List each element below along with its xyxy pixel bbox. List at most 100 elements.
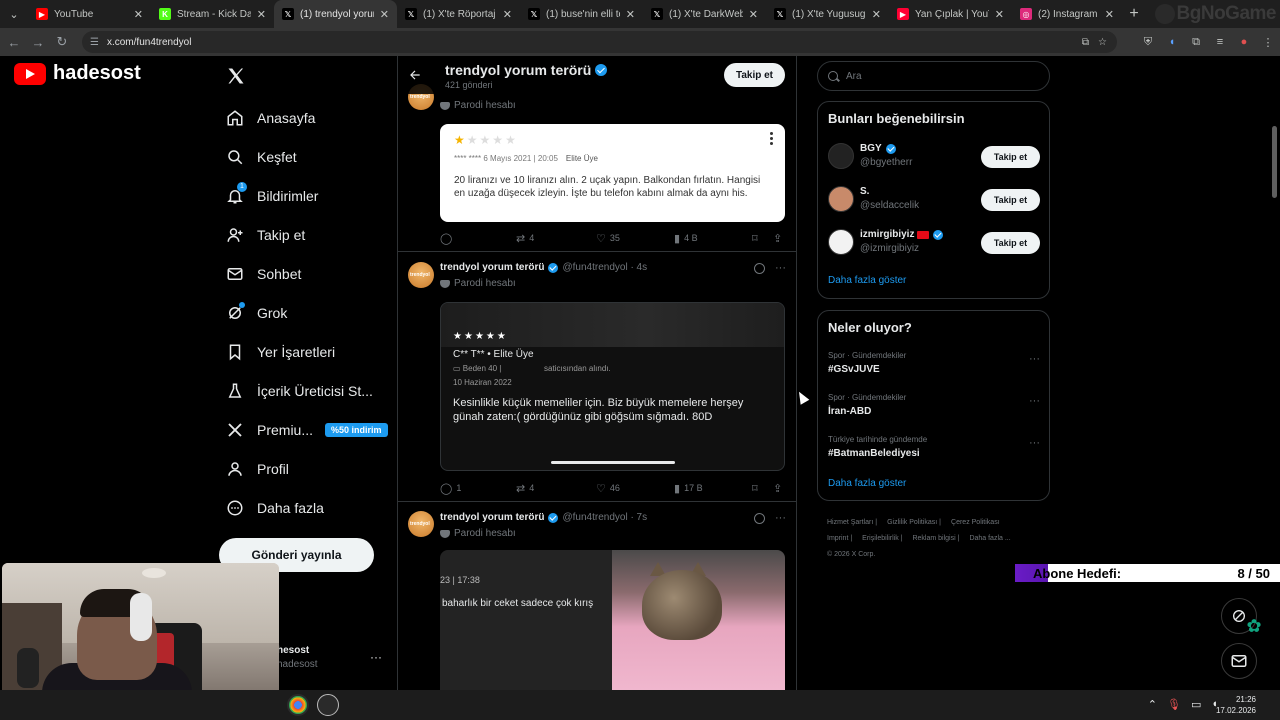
footer-link[interactable]: Gizlilik Politikası |	[887, 519, 941, 526]
follow-button[interactable]: Takip et	[724, 63, 785, 87]
nav-item-grok[interactable]: Grok	[226, 293, 388, 332]
browser-tab[interactable]: 𝕏 (1) X'te Röportaj Adam ✕	[397, 0, 520, 28]
nav-item-person[interactable]: Profil	[226, 449, 388, 488]
trend-item[interactable]: Spor · Gündemdekiler İran-ABD ···	[828, 393, 1040, 417]
share-button[interactable]: ⇪	[773, 482, 786, 495]
back-arrow-icon[interactable]	[408, 68, 422, 82]
nav-item-flask[interactable]: İçerik Üreticisi St...	[226, 371, 388, 410]
site-info-icon[interactable]: ☰	[90, 37, 99, 48]
repost-button[interactable]: ⇄ 4	[516, 482, 534, 495]
clock[interactable]: 21:26 17.02.2026	[1216, 694, 1256, 716]
account-switcher[interactable]: hesost hadesost	[277, 645, 318, 670]
photo-cat[interactable]	[612, 550, 785, 690]
footer-link[interactable]: Imprint |	[827, 535, 852, 542]
media-icon[interactable]: ≡	[1208, 36, 1232, 48]
avatar[interactable]	[828, 186, 854, 212]
show-more-link[interactable]: Daha fazla göster	[828, 478, 906, 489]
audio-extension-icon[interactable]: ◖	[1160, 36, 1184, 48]
like-button[interactable]: ♡ 35	[596, 232, 620, 245]
browser-tab[interactable]: 𝕏 (1) X'te Yugusuguf Ad ✕	[766, 0, 889, 28]
messages-fab[interactable]	[1221, 643, 1257, 679]
suggested-account[interactable]: izmirgibiyiz @izmirgibiyiz Takip et	[828, 225, 1040, 259]
footer-link[interactable]: Reklam bilgisi |	[912, 535, 959, 542]
follow-button[interactable]: Takip et	[981, 146, 1040, 168]
nav-item-bookmark[interactable]: Yer İşaretleri	[226, 332, 388, 371]
nav-item-person-add[interactable]: Takip et	[226, 215, 388, 254]
review-card[interactable]: ★ ★ ★ ★ ★ **** **** 6 Mayıs 2021 | 20:05 Elit…	[440, 124, 785, 222]
views-button[interactable]: ▮ 17 B	[674, 482, 703, 495]
views-button[interactable]: ▮ 4 B	[674, 232, 698, 245]
suggested-account[interactable]: BGY @bgyetherr Takip et	[828, 139, 1040, 173]
tweet[interactable]: trendyol yorum terörü@fun4trendyol · 4s …	[398, 252, 796, 502]
chrome-taskbar-icon[interactable]	[287, 694, 309, 716]
browser-tab[interactable]: 𝕏 (1) buse'nin elli tonu ✕	[520, 0, 643, 28]
menu-icon[interactable]: ⋮	[1256, 36, 1280, 49]
bookmark-button[interactable]: ⌑	[752, 232, 762, 245]
tab-close-icon[interactable]: ✕	[257, 8, 266, 21]
review-image[interactable]: ★ ★ ★ ★ ★ C** T** • Elite Üye ▭ Beden 40 | s…	[440, 302, 785, 471]
browser-tab[interactable]: ◎ (2) Instagram ✕	[1012, 0, 1122, 28]
footer-link[interactable]: © 2026 X Corp.	[827, 551, 875, 558]
avatar[interactable]	[408, 511, 434, 537]
more-icon[interactable]: ···	[1029, 437, 1040, 449]
footer-link[interactable]: Hizmet Şartları |	[827, 519, 877, 526]
grok-icon[interactable]	[754, 262, 765, 274]
show-more-link[interactable]: Daha fazla göster	[828, 275, 906, 286]
browser-tab[interactable]: ▶ YouTube ✕	[28, 0, 151, 28]
obs-taskbar-icon[interactable]	[317, 694, 339, 716]
nav-item-mail[interactable]: Sohbet	[226, 254, 388, 293]
reply-button[interactable]: ◯	[440, 232, 456, 245]
nav-item-search[interactable]: Keşfet	[226, 137, 388, 176]
suggested-account[interactable]: S. @seldaccelik Takip et	[828, 182, 1040, 216]
trend-item[interactable]: Spor · Gündemdekiler #GSvJUVE ···	[828, 351, 1040, 375]
forward-button[interactable]: →	[26, 35, 50, 50]
footer-link[interactable]: Erişilebilirlik |	[862, 535, 902, 542]
nav-item-more-circle[interactable]: Daha fazla	[226, 488, 388, 527]
card-more-icon[interactable]	[770, 132, 773, 147]
avatar[interactable]	[828, 229, 854, 255]
follow-button[interactable]: Takip et	[981, 232, 1040, 254]
repost-button[interactable]: ⇄ 4	[516, 232, 534, 245]
avatar[interactable]	[828, 143, 854, 169]
tab-close-icon[interactable]: ✕	[503, 8, 512, 21]
chevron-up-icon[interactable]: ⌃	[1148, 698, 1157, 711]
like-button[interactable]: ♡ 46	[596, 482, 620, 495]
reply-button[interactable]: ◯ 1	[440, 482, 461, 495]
search-input[interactable]: Ara	[817, 61, 1050, 91]
browser-tab[interactable]: ▶ Yan Çıplak | YouTu ✕	[889, 0, 1012, 28]
chatgpt-icon[interactable]: ✿	[1244, 616, 1264, 636]
tab-close-icon[interactable]: ✕	[995, 8, 1004, 21]
more-icon[interactable]: ···	[775, 262, 786, 274]
more-icon[interactable]: ···	[1029, 353, 1040, 365]
more-icon[interactable]: ···	[775, 512, 786, 524]
browser-tab[interactable]: K Stream - Kick Dashbo ✕	[151, 0, 274, 28]
back-button[interactable]: ←	[2, 35, 26, 50]
page-scrollbar[interactable]	[1272, 126, 1277, 198]
browser-tab[interactable]: 𝕏 (1) X'te DarkWeb Hab ✕	[643, 0, 766, 28]
browser-tab[interactable]: 𝕏 (1) trendyol yorum te ✕	[274, 0, 397, 28]
bookmark-star-icon[interactable]: ☆	[1098, 37, 1107, 48]
photo-review[interactable]: 23 | 17:38 baharlık bir ceket sadece çok…	[440, 550, 612, 690]
bookmark-button[interactable]: ⌑	[752, 482, 762, 495]
microphone-icon[interactable]: 🎙	[1167, 698, 1181, 711]
tweet[interactable]: trendyol yorum terörü@fun4trendyol · 7s …	[398, 502, 796, 690]
extensions-icon[interactable]: ⧉	[1184, 36, 1208, 49]
tab-close-icon[interactable]: ✕	[626, 8, 635, 21]
nav-item-bell[interactable]: 1 Bildirimler	[226, 176, 388, 215]
x-logo-icon[interactable]	[226, 66, 246, 86]
tab-close-icon[interactable]: ✕	[749, 8, 758, 21]
tab-close-icon[interactable]: ✕	[1105, 8, 1114, 21]
new-tab-button[interactable]: +	[1122, 5, 1146, 23]
avatar[interactable]	[408, 262, 434, 288]
nav-item-x[interactable]: Premiu... %50 indirim	[226, 410, 388, 449]
follow-button[interactable]: Takip et	[981, 189, 1040, 211]
shield-extension-icon[interactable]: ⛨	[1136, 36, 1160, 49]
grok-icon[interactable]	[754, 512, 765, 524]
profile-avatar[interactable]: ●	[1232, 36, 1256, 48]
tab-search-button[interactable]: ⌄	[0, 0, 28, 28]
trend-item[interactable]: Türkiye tarihinde gündemde #BatmanBelediy…	[828, 435, 1040, 459]
display-icon[interactable]: ▭	[1191, 698, 1201, 711]
account-more-icon[interactable]: ···	[370, 650, 382, 664]
nav-item-home[interactable]: Anasayfa	[226, 98, 388, 137]
tweet-photos[interactable]: 23 | 17:38 baharlık bir ceket sadece çok…	[440, 550, 785, 690]
